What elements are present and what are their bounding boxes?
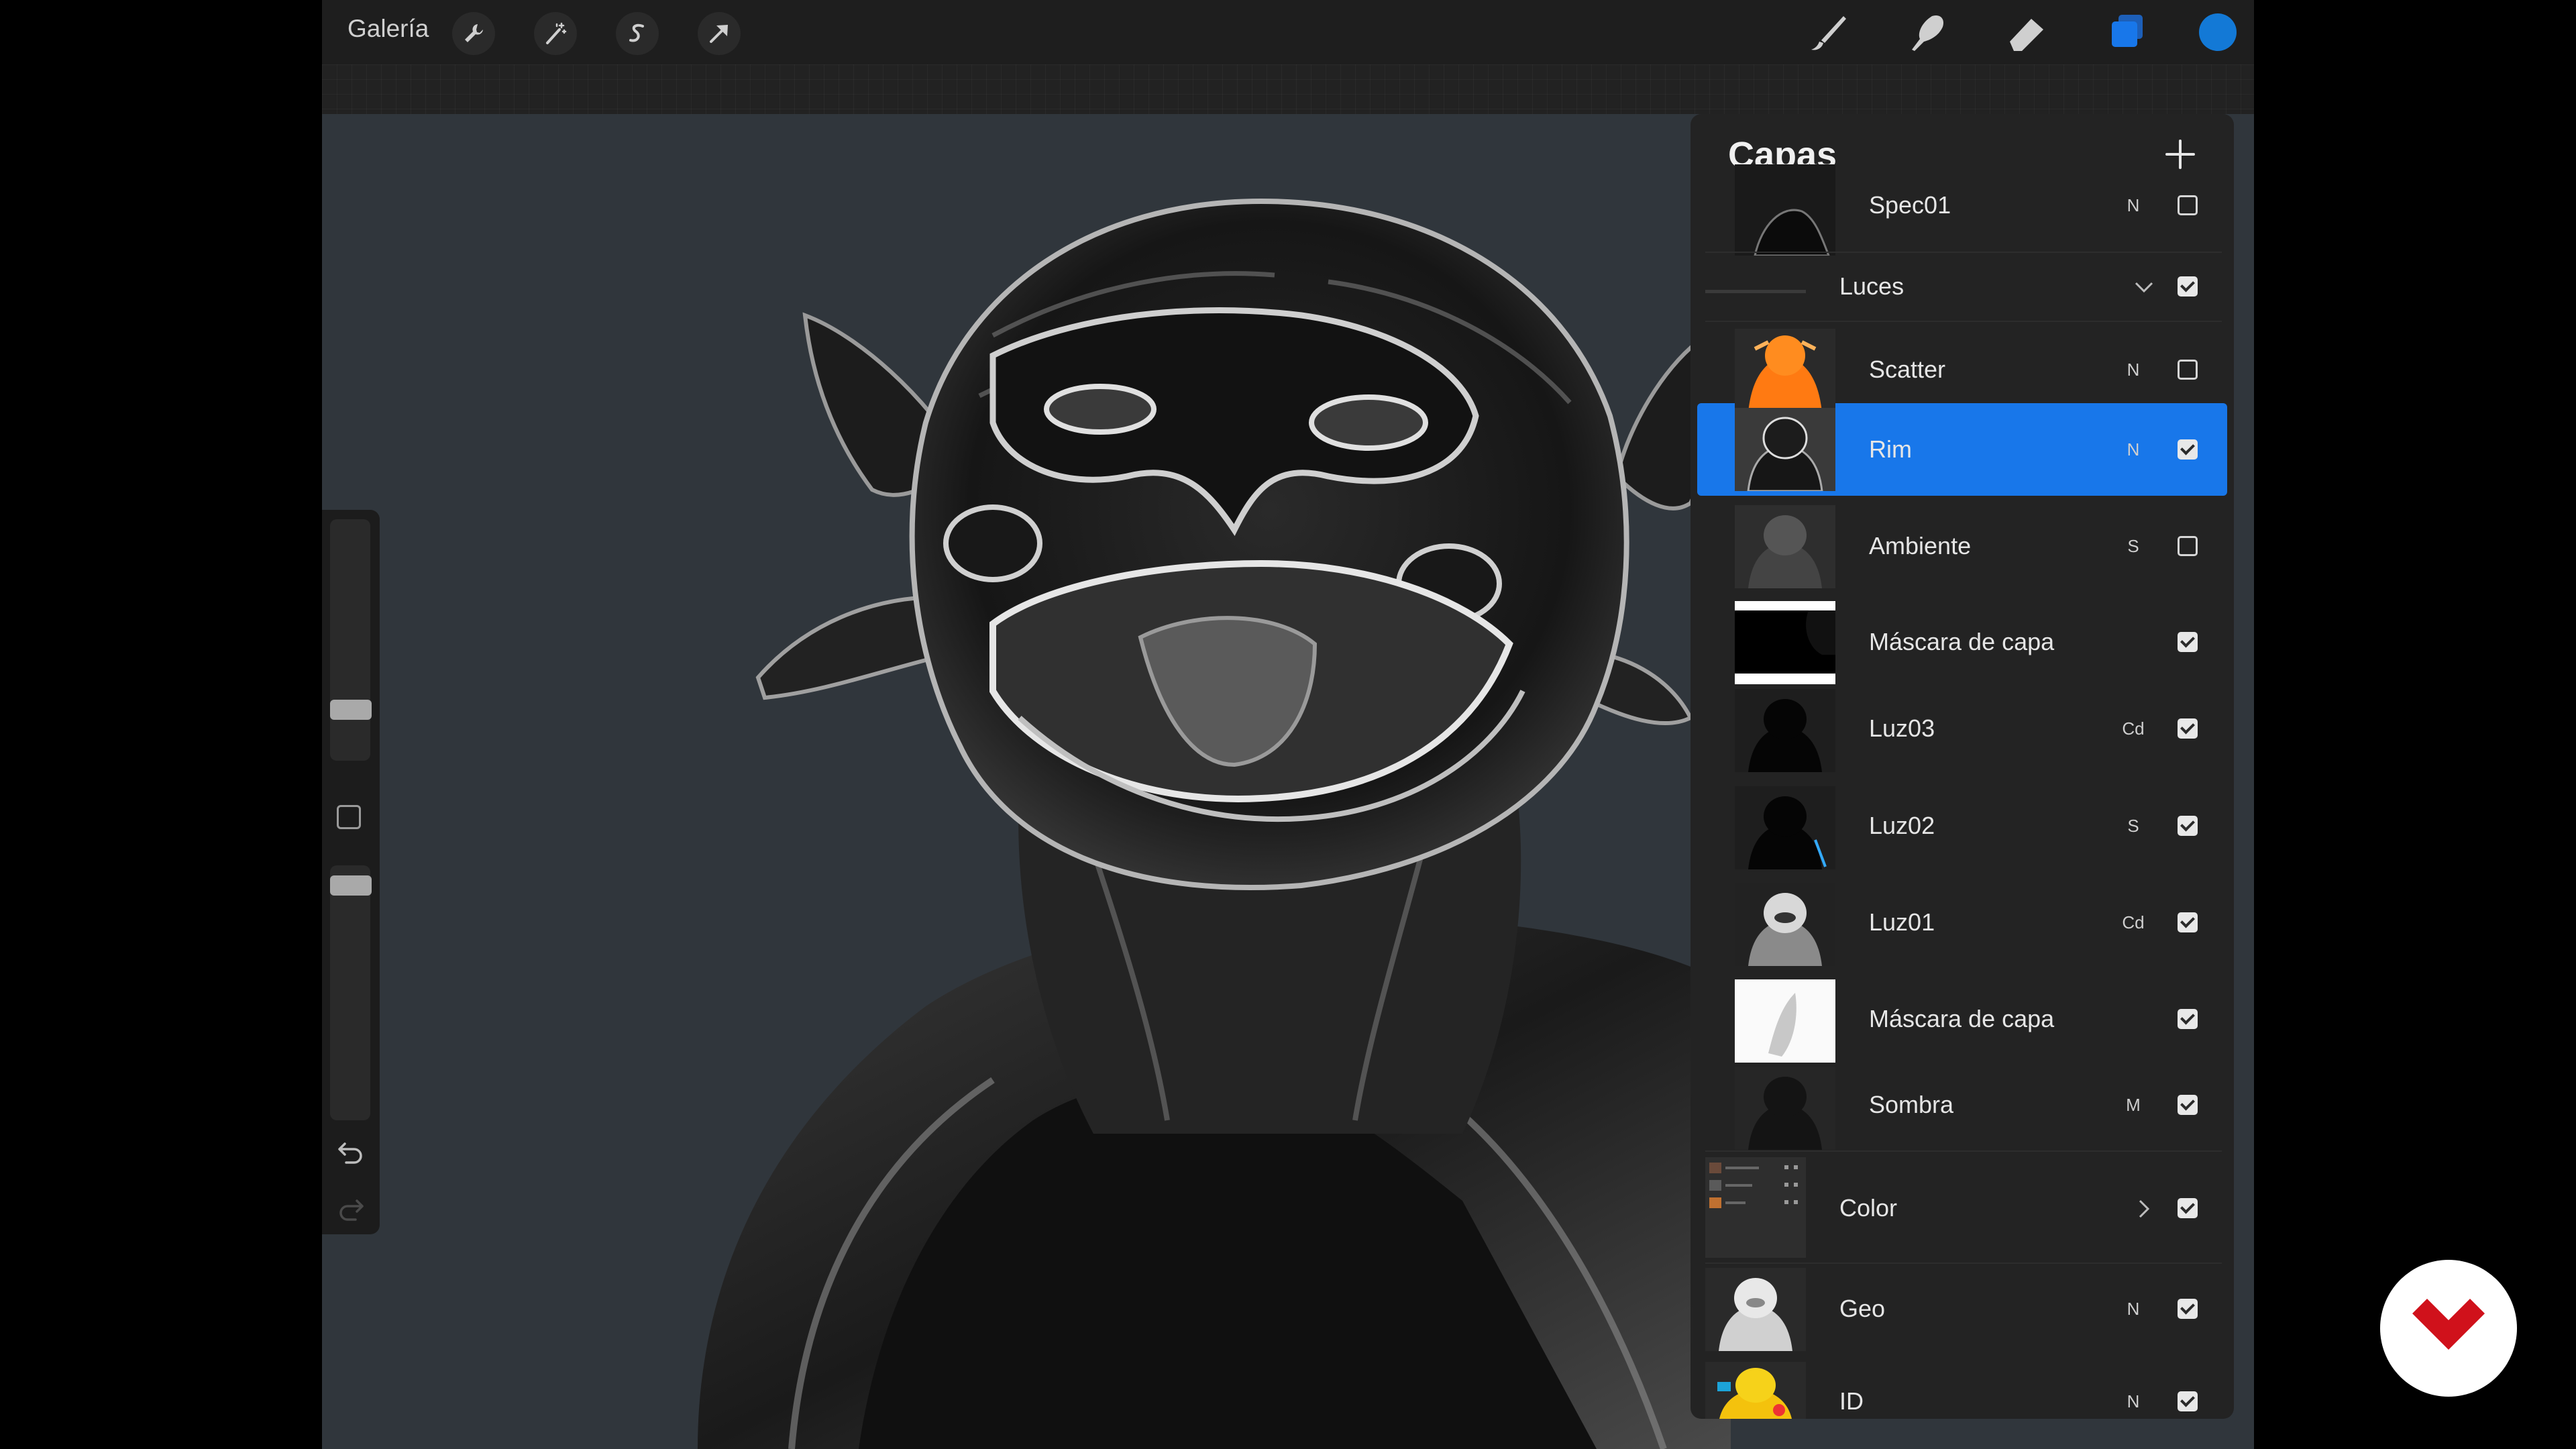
layer-name: Ambiente bbox=[1869, 532, 1972, 559]
smudge-icon[interactable] bbox=[1905, 9, 1951, 55]
opacity-thumb[interactable] bbox=[330, 875, 372, 896]
layer-group-row[interactable]: Luces bbox=[1690, 255, 2234, 321]
layer-row[interactable]: Geo N bbox=[1690, 1265, 2234, 1359]
divider bbox=[1705, 321, 2222, 322]
layer-name: ID bbox=[1839, 1387, 1864, 1415]
blend-mode-button[interactable]: Cd bbox=[2113, 718, 2153, 739]
redo-icon[interactable] bbox=[335, 1194, 366, 1225]
layer-row-selected[interactable]: Rim N bbox=[1690, 403, 2234, 496]
divider bbox=[1705, 1263, 2222, 1264]
left-sidebar bbox=[322, 510, 380, 1234]
blend-mode-button[interactable]: S bbox=[2113, 536, 2153, 557]
layer-name: Rim bbox=[1869, 435, 1912, 463]
layer-name: Máscara de capa bbox=[1869, 628, 2055, 655]
chevron-right-icon[interactable] bbox=[2131, 1195, 2157, 1222]
layer-thumbnail bbox=[1735, 1067, 1835, 1150]
layer-row[interactable]: Luz03 Cd bbox=[1690, 688, 2234, 778]
layer-thumbnail bbox=[1735, 601, 1835, 684]
layer-name: Scatter bbox=[1869, 356, 1946, 383]
chevron-down-icon[interactable] bbox=[2131, 274, 2157, 301]
divider bbox=[1705, 1150, 2222, 1152]
modify-button[interactable] bbox=[337, 805, 361, 829]
blend-mode-button[interactable]: N bbox=[2113, 195, 2153, 216]
layer-row[interactable]: Spec01 N bbox=[1690, 164, 2234, 258]
group-name: Color bbox=[1839, 1194, 1898, 1222]
layer-row[interactable]: Luz01 Cd bbox=[1690, 880, 2234, 971]
blend-mode-button[interactable]: N bbox=[2113, 1391, 2153, 1412]
layer-row[interactable]: Luz02 S bbox=[1690, 784, 2234, 874]
blend-mode-button[interactable]: N bbox=[2113, 439, 2153, 460]
layers-panel: Capas Spec01 N Luces Scatter N Rim N Amb… bbox=[1690, 114, 2234, 1419]
layer-thumbnail bbox=[1705, 1268, 1806, 1351]
brush-icon[interactable] bbox=[1806, 9, 1851, 55]
layer-thumbnail bbox=[1735, 505, 1835, 588]
layer-name: Luz03 bbox=[1869, 714, 1935, 742]
wrench-icon[interactable] bbox=[452, 12, 495, 55]
blend-mode-button[interactable]: M bbox=[2113, 1095, 2153, 1116]
visibility-checkbox[interactable] bbox=[2178, 536, 2198, 556]
layers-icon[interactable] bbox=[2104, 9, 2149, 55]
layer-thumbnail bbox=[1735, 329, 1835, 412]
layer-name: Máscara de capa bbox=[1869, 1005, 2055, 1032]
layer-name: Luz02 bbox=[1869, 812, 1935, 839]
visibility-checkbox[interactable] bbox=[2178, 816, 2198, 836]
layer-thumbnail bbox=[1735, 689, 1835, 772]
undo-icon[interactable] bbox=[335, 1137, 366, 1168]
visibility-checkbox[interactable] bbox=[2178, 912, 2198, 932]
brush-size-thumb[interactable] bbox=[330, 700, 372, 720]
layer-row[interactable]: Sombra M bbox=[1690, 1067, 2234, 1157]
visibility-checkbox[interactable] bbox=[2178, 1095, 2198, 1115]
brand-logo-mark-icon bbox=[2412, 1299, 2485, 1350]
visibility-checkbox[interactable] bbox=[2178, 632, 2198, 652]
layer-name: Luz01 bbox=[1869, 908, 1935, 936]
arrow-transform-icon[interactable] bbox=[698, 12, 741, 55]
layer-thumbnail bbox=[1705, 1362, 1806, 1419]
layer-name: Spec01 bbox=[1869, 191, 1951, 219]
brand-logo bbox=[2380, 1260, 2517, 1397]
divider bbox=[1705, 252, 2222, 253]
group-name: Luces bbox=[1839, 272, 1904, 300]
layer-thumbnail bbox=[1735, 164, 1835, 256]
eraser-icon[interactable] bbox=[2004, 9, 2050, 55]
visibility-checkbox[interactable] bbox=[2178, 1198, 2198, 1218]
layer-name: Geo bbox=[1839, 1295, 1886, 1322]
visibility-checkbox[interactable] bbox=[2178, 276, 2198, 297]
layer-thumbnail bbox=[1735, 786, 1835, 869]
add-layer-icon[interactable] bbox=[2160, 134, 2200, 174]
layer-row[interactable]: Ambiente S bbox=[1690, 500, 2234, 594]
blend-mode-button[interactable]: N bbox=[2113, 360, 2153, 380]
layer-thumbnail bbox=[1735, 408, 1835, 491]
layer-group-row[interactable]: Color bbox=[1690, 1154, 2234, 1261]
layer-row[interactable]: Máscara de capa bbox=[1690, 977, 2234, 1067]
opacity-slider[interactable] bbox=[330, 865, 370, 1120]
brush-size-slider[interactable] bbox=[330, 519, 370, 761]
group-thumbnail bbox=[1705, 290, 1806, 293]
blend-mode-button[interactable]: N bbox=[2113, 1299, 2153, 1320]
visibility-checkbox[interactable] bbox=[2178, 718, 2198, 739]
visibility-checkbox[interactable] bbox=[2178, 195, 2198, 215]
layer-row[interactable]: Máscara de capa bbox=[1690, 597, 2234, 688]
magic-wand-icon[interactable] bbox=[534, 12, 577, 55]
blend-mode-button[interactable]: S bbox=[2113, 816, 2153, 837]
color-picker-button[interactable] bbox=[2199, 13, 2237, 51]
layer-thumbnail bbox=[1735, 883, 1835, 966]
layer-thumbnail bbox=[1735, 979, 1835, 1063]
visibility-checkbox[interactable] bbox=[2178, 1009, 2198, 1029]
visibility-checkbox[interactable] bbox=[2178, 360, 2198, 380]
visibility-checkbox[interactable] bbox=[2178, 1391, 2198, 1411]
group-thumbnail bbox=[1705, 1157, 1806, 1258]
layer-row[interactable]: ID N bbox=[1690, 1360, 2234, 1419]
layer-name: Sombra bbox=[1869, 1091, 1954, 1118]
blend-mode-button[interactable]: Cd bbox=[2113, 912, 2153, 933]
top-toolbar: Galería bbox=[322, 0, 2254, 64]
canvas-edge bbox=[322, 64, 2254, 114]
gallery-button[interactable]: Galería bbox=[347, 15, 429, 43]
visibility-checkbox[interactable] bbox=[2178, 1299, 2198, 1319]
selection-s-icon[interactable] bbox=[616, 12, 659, 55]
visibility-checkbox[interactable] bbox=[2178, 439, 2198, 460]
